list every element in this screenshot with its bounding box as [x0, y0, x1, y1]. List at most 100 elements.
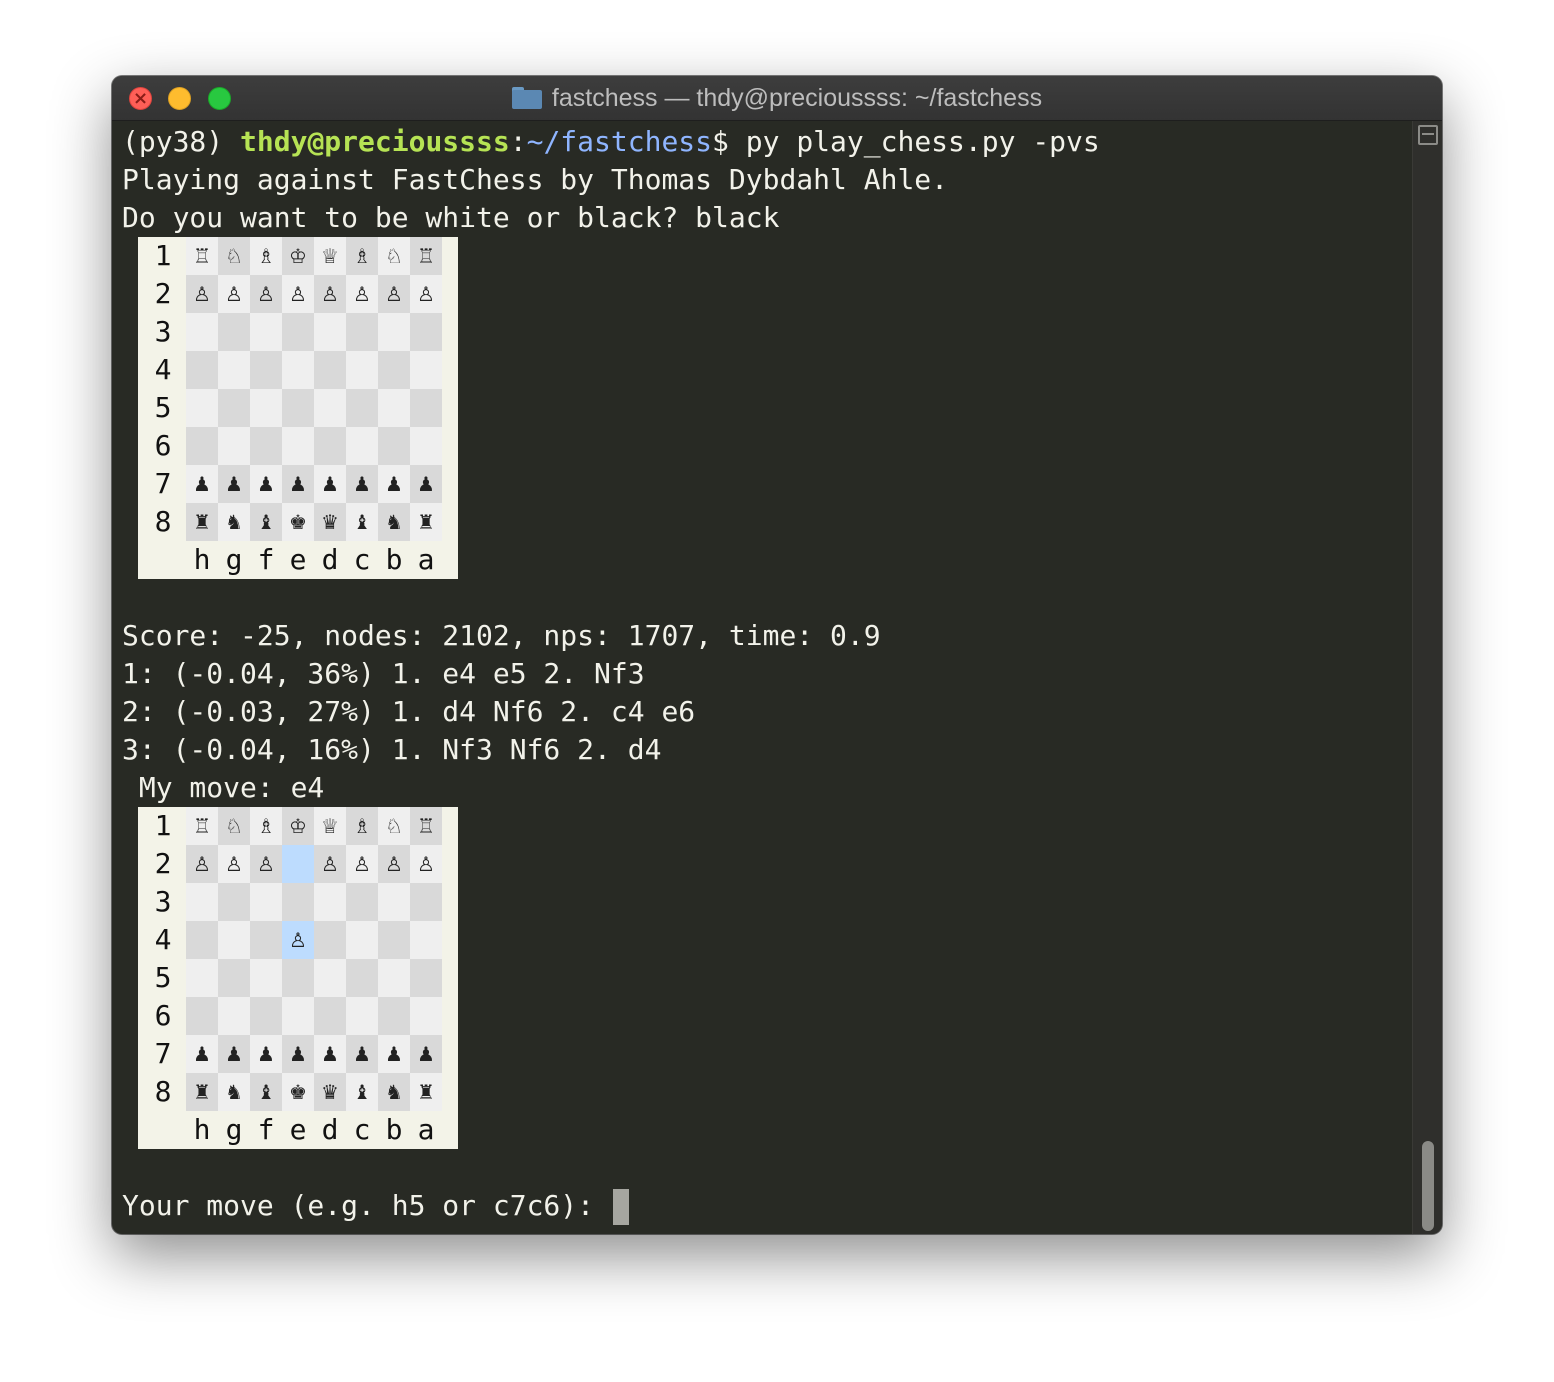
- square-a7: ♟: [410, 1035, 442, 1073]
- square-a2: ♙: [410, 275, 442, 313]
- square-g8: ♞: [218, 503, 250, 541]
- square-e6: [282, 997, 314, 1035]
- square-f8: ♝: [250, 503, 282, 541]
- square-h2: ♙: [186, 845, 218, 883]
- square-e1: ♔: [282, 807, 314, 845]
- square-b6: [378, 997, 410, 1035]
- input-line[interactable]: Your move (e.g. h5 or c7c6):: [122, 1187, 629, 1225]
- square-g3: [218, 883, 250, 921]
- square-d4: [314, 351, 346, 389]
- prompt-env: (py38): [122, 125, 241, 158]
- square-a8: ♜: [410, 1073, 442, 1111]
- square-h8: ♜: [186, 503, 218, 541]
- square-b1: ♘: [378, 237, 410, 275]
- square-e3: [282, 313, 314, 351]
- square-h4: [186, 921, 218, 959]
- prompt-dollar: $: [712, 125, 746, 158]
- split-pane-icon[interactable]: [1418, 125, 1438, 145]
- square-a1: ♖: [410, 237, 442, 275]
- square-a2: ♙: [410, 845, 442, 883]
- square-h5: [186, 389, 218, 427]
- square-d1: ♕: [314, 237, 346, 275]
- square-g2: ♙: [218, 275, 250, 313]
- window-title: fastchess — thdy@precioussss: ~/fastches…: [112, 76, 1442, 120]
- square-a3: [410, 313, 442, 351]
- square-b7: ♟: [378, 1035, 410, 1073]
- square-d2: ♙: [314, 275, 346, 313]
- square-g7: ♟: [218, 1035, 250, 1073]
- square-d1: ♕: [314, 807, 346, 845]
- square-e7: ♟: [282, 1035, 314, 1073]
- square-h8: ♜: [186, 1073, 218, 1111]
- square-a8: ♜: [410, 503, 442, 541]
- square-d6: [314, 427, 346, 465]
- square-h6: [186, 427, 218, 465]
- rank-label: 6: [154, 999, 172, 1032]
- terminal-content[interactable]: (py38) thdy@precioussss:~/fastchess$ py …: [112, 121, 1412, 1234]
- square-b2: ♙: [378, 275, 410, 313]
- prompt-user: thdy@precioussss: [240, 125, 510, 158]
- square-g6: [218, 997, 250, 1035]
- square-d6: [314, 997, 346, 1035]
- square-c3: [346, 313, 378, 351]
- rank-label: 8: [154, 1075, 172, 1108]
- file-label: a: [417, 1113, 435, 1146]
- rank-label: 2: [154, 277, 172, 310]
- square-b8: ♞: [378, 1073, 410, 1111]
- square-c8: ♝: [346, 503, 378, 541]
- square-f1: ♗: [250, 237, 282, 275]
- text-cursor: [612, 1189, 629, 1225]
- square-a4: [410, 921, 442, 959]
- scroll-thumb[interactable]: [1422, 1141, 1434, 1231]
- square-b7: ♟: [378, 465, 410, 503]
- square-a7: ♟: [410, 465, 442, 503]
- pv-line-1: 1: (-0.04, 36%) 1. e4 e5 2. Nf3: [122, 657, 645, 690]
- square-b3: [378, 313, 410, 351]
- file-label: c: [353, 543, 371, 576]
- file-label: e: [289, 543, 307, 576]
- pv-line-2: 2: (-0.03, 27%) 1. d4 Nf6 2. c4 e6: [122, 695, 696, 728]
- square-e1: ♔: [282, 237, 314, 275]
- square-f2: ♙: [250, 845, 282, 883]
- rank-label: 7: [154, 1037, 172, 1070]
- square-b5: [378, 389, 410, 427]
- square-b4: [378, 921, 410, 959]
- square-d3: [314, 883, 346, 921]
- square-d2: ♙: [314, 845, 346, 883]
- square-c8: ♝: [346, 1073, 378, 1111]
- square-f5: [250, 959, 282, 997]
- chess-board-after-move: 1 2 3 4 5 6 7 8 ♖ ♘ ♗ ♔ ♕ ♗ ♘ ♖ ♙ ♙ ♙ ♙ ♙ ♙ ♙ ♙ ♟ ♟ ♟ ♟ ♟ ♟ ♟ ♟ ♜ ♞ ♝ ♚ ♛ ♝ ♞ ♜…: [138, 807, 458, 1149]
- square-d3: [314, 313, 346, 351]
- square-a1: ♖: [410, 807, 442, 845]
- square-e2: [282, 845, 314, 883]
- square-e5: [282, 389, 314, 427]
- rank-label: 5: [154, 391, 172, 424]
- prompt-colon: :: [509, 125, 527, 158]
- input-prompt: Your move (e.g. h5 or c7c6):: [122, 1189, 611, 1222]
- rank-label: 4: [154, 923, 172, 956]
- square-h1: ♖: [186, 237, 218, 275]
- square-b5: [378, 959, 410, 997]
- square-g3: [218, 313, 250, 351]
- square-f4: [250, 921, 282, 959]
- square-f6: [250, 997, 282, 1035]
- chess-board-initial: 1 2 3 4 5 6 7 8 ♖ ♘ ♗ ♔ ♕ ♗ ♘ ♖ ♙ ♙ ♙ ♙ ♙ ♙ ♙ ♙ ♟ ♟ ♟ ♟ ♟ ♟ ♟ ♟ ♜ ♞ ♝ ♚ ♛ ♝ ♞ ♜…: [138, 237, 458, 579]
- square-g1: ♘: [218, 807, 250, 845]
- square-e4: [282, 351, 314, 389]
- prompt-path: ~/fastchess: [526, 125, 713, 158]
- square-h1: ♖: [186, 807, 218, 845]
- square-d7: ♟: [314, 465, 346, 503]
- square-f6: [250, 427, 282, 465]
- square-a4: [410, 351, 442, 389]
- square-h5: [186, 959, 218, 997]
- terminal-window: fastchess — thdy@precioussss: ~/fastches…: [112, 76, 1442, 1234]
- scrollbar[interactable]: [1412, 121, 1442, 1234]
- square-g1: ♘: [218, 237, 250, 275]
- square-g6: [218, 427, 250, 465]
- square-c7: ♟: [346, 1035, 378, 1073]
- square-h7: ♟: [186, 1035, 218, 1073]
- square-e5: [282, 959, 314, 997]
- rank-label: 5: [154, 961, 172, 994]
- file-label: g: [225, 543, 243, 576]
- square-b2: ♙: [378, 845, 410, 883]
